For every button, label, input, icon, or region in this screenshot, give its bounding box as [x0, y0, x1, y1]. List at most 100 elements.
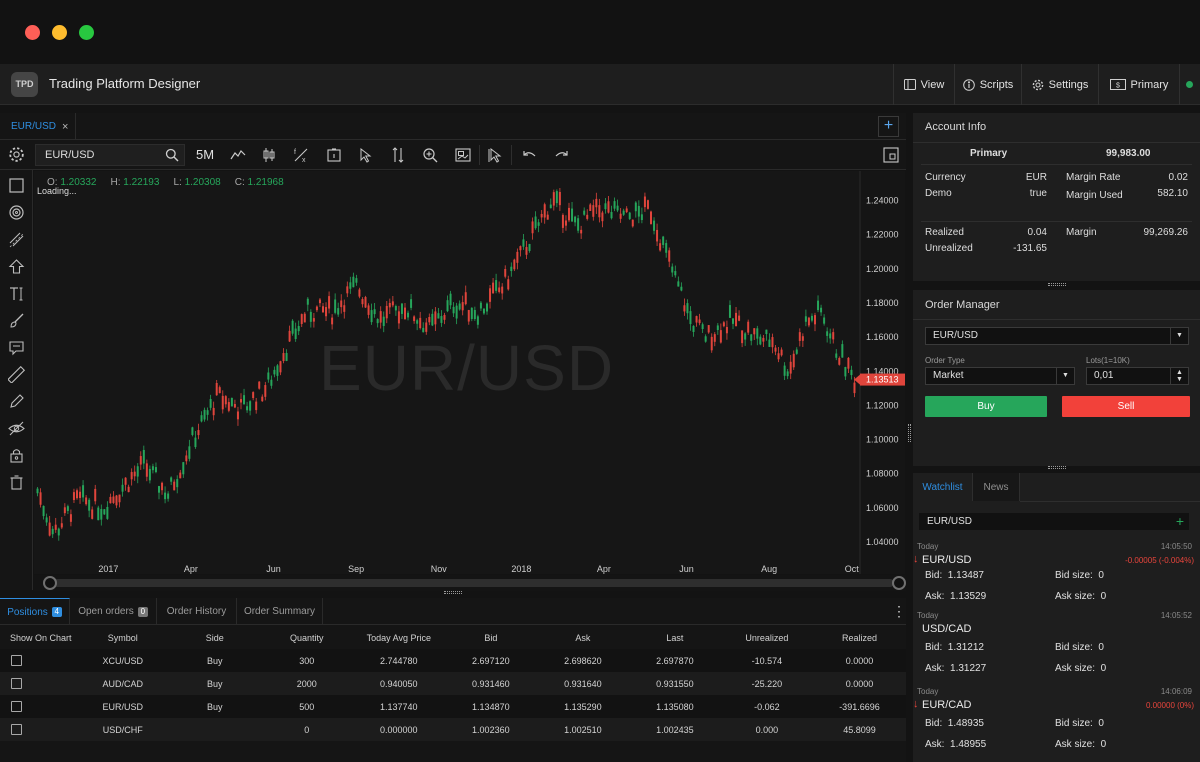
line-style-icon[interactable] [229, 146, 247, 164]
column-header[interactable]: Side [169, 627, 261, 649]
zoom-window-button[interactable] [79, 25, 94, 40]
app-logo: TPD [11, 72, 38, 97]
minimize-window-button[interactable] [52, 25, 67, 40]
watchlist-item-eurusd[interactable]: Today 14:05:50 ↓ EUR/USD -0.00005 (-0.00… [913, 542, 1200, 608]
candle-body [780, 349, 783, 356]
settings-menu-button[interactable]: Settings [1021, 64, 1098, 105]
buy-button[interactable]: Buy [925, 396, 1047, 417]
candle-body [616, 205, 619, 211]
order-manager-title: Order Manager [925, 299, 1000, 311]
lots-stepper[interactable]: 0,01 ▲ ▼ [1086, 367, 1189, 385]
close-tab-icon[interactable]: × [62, 121, 68, 133]
column-header[interactable]: Unrealized [721, 627, 813, 649]
watchlist-search-input[interactable]: EUR/USD + [919, 513, 1189, 530]
close-window-button[interactable] [25, 25, 40, 40]
order-type-select[interactable]: Market ▼ [925, 367, 1075, 385]
chart-tab-eurusd[interactable]: EUR/USD × [0, 113, 76, 140]
candle-body [759, 336, 762, 345]
text-tool-icon[interactable] [8, 285, 25, 302]
show-on-chart-checkbox[interactable] [11, 701, 22, 713]
candlestick-type-icon[interactable] [260, 146, 278, 164]
add-chart-button[interactable]: + [878, 116, 899, 137]
watchlist-item-change: -0.00005 (-0.004%) [1125, 556, 1194, 565]
column-header[interactable]: Ask [537, 627, 629, 649]
cursor-icon[interactable] [356, 146, 374, 164]
table-row[interactable]: XCU/USD Buy 300 2.744780 2.697120 2.6986… [0, 649, 906, 672]
column-header[interactable]: Symbol [77, 627, 169, 649]
comment-icon[interactable] [8, 339, 25, 356]
account-balance: 99,983.00 [1106, 148, 1151, 159]
watchlist-item-symbol: EUR/CAD [922, 699, 972, 711]
table-row[interactable]: EUR/USD Buy 500 1.137740 1.134870 1.1352… [0, 695, 906, 718]
column-header[interactable]: Last [629, 627, 721, 649]
candle-body [443, 314, 446, 320]
scripts-menu-button[interactable]: Scripts [954, 64, 1021, 105]
show-on-chart-checkbox[interactable] [11, 655, 22, 667]
zoom-in-icon[interactable] [421, 146, 439, 164]
view-menu-button[interactable]: View [893, 64, 954, 105]
panel-resize-handle[interactable] [1048, 466, 1066, 469]
column-header[interactable]: Quantity [261, 627, 353, 649]
candle-body [118, 494, 121, 503]
indicators-icon[interactable]: fx [292, 146, 310, 164]
templates-icon[interactable] [325, 146, 343, 164]
redo-icon[interactable] [553, 146, 571, 164]
time-scrollbar[interactable] [34, 575, 906, 591]
column-header[interactable]: Realized [813, 627, 906, 649]
rectangle-select-icon[interactable] [8, 177, 25, 194]
scrollbar-track[interactable] [46, 579, 894, 587]
tab-open-orders[interactable]: Open orders 0 [70, 598, 157, 625]
select-pointer-icon[interactable] [486, 146, 504, 164]
table-row[interactable]: USD/CHF 0 0.000000 1.002360 1.002510 1.0… [0, 718, 906, 741]
candle-body [628, 212, 631, 219]
watchlist-item-eurcad[interactable]: Today 14:06:09 ↓ EUR/CAD 0.00000 (0%) Bi… [913, 687, 1200, 759]
arrow-up-shape-icon[interactable] [8, 258, 25, 275]
trash-icon[interactable] [8, 474, 25, 491]
column-header[interactable]: Bid [445, 627, 537, 649]
screenshot-icon[interactable] [454, 146, 472, 164]
order-symbol-select[interactable]: EUR/USD ▼ [925, 327, 1189, 345]
compare-scale-icon[interactable] [389, 146, 407, 164]
tab-order-history[interactable]: Order History [157, 598, 237, 625]
vertical-resize-handle[interactable] [908, 424, 911, 442]
show-on-chart-checkbox[interactable] [11, 724, 22, 736]
tab-watchlist[interactable]: Watchlist [913, 473, 973, 501]
brush-icon[interactable] [8, 312, 25, 329]
add-symbol-icon[interactable]: + [1176, 513, 1184, 529]
parallel-lines-icon[interactable] [8, 231, 25, 248]
stepper-arrows-icon[interactable]: ▲ ▼ [1170, 368, 1188, 384]
undo-icon[interactable] [520, 146, 538, 164]
panel-resize-handle[interactable] [1048, 283, 1066, 286]
timeframe-selector[interactable]: 5M [196, 147, 214, 162]
chart-settings-gear-icon[interactable] [8, 146, 26, 164]
divider [921, 164, 1192, 165]
scroll-left-handle[interactable] [43, 576, 57, 590]
more-options-icon[interactable]: ⋮ [892, 604, 906, 618]
ruler-icon[interactable] [7, 365, 26, 384]
target-icon[interactable] [8, 204, 25, 221]
symbol-search-input[interactable]: EUR/USD [35, 144, 185, 166]
search-icon[interactable] [165, 148, 179, 162]
pencil-icon[interactable] [8, 393, 25, 410]
candle-body [637, 205, 640, 217]
watchlist-item-usdcad[interactable]: Today 14:05:52 USD/CAD Bid: 1.31212 Ask:… [913, 611, 1200, 683]
candle-body [191, 427, 194, 435]
tab-positions[interactable]: Positions 4 [0, 598, 70, 625]
fullscreen-icon[interactable] [882, 146, 900, 164]
candle-body [482, 308, 485, 314]
sell-button[interactable]: Sell [1062, 396, 1190, 417]
account-switch-button[interactable]: $ Primary [1098, 64, 1180, 105]
price-chart[interactable]: O: 1.20332 H: 1.22193 L: 1.20308 C: 1.21… [34, 171, 905, 574]
column-header[interactable]: Show On Chart [0, 627, 77, 649]
scroll-right-handle[interactable] [892, 576, 906, 590]
lock-drawings-icon[interactable] [8, 447, 25, 464]
show-on-chart-checkbox[interactable] [11, 678, 22, 690]
tab-order-summary[interactable]: Order Summary [237, 598, 323, 625]
table-row[interactable]: AUD/CAD Buy 2000 0.940050 0.931460 0.931… [0, 672, 906, 695]
candle-body [60, 523, 63, 528]
horizontal-resize-handle[interactable] [444, 591, 462, 594]
column-header[interactable]: Today Avg Price [353, 627, 445, 649]
hide-eye-icon[interactable] [8, 420, 25, 437]
candle-body [568, 207, 570, 221]
tab-news[interactable]: News [973, 473, 1020, 501]
